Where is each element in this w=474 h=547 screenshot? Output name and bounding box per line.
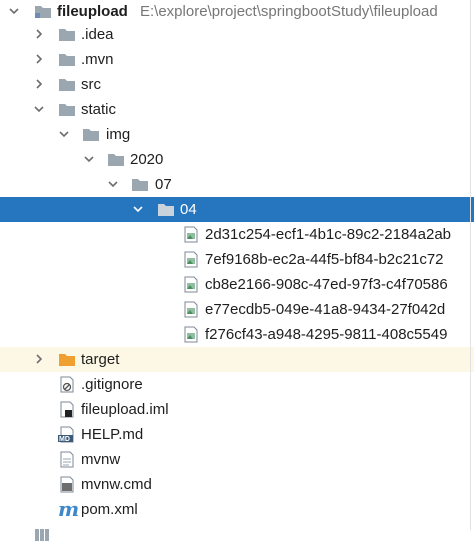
file-label: .gitignore (81, 376, 143, 393)
excluded-folder-icon (58, 351, 76, 368)
module-file-icon (58, 401, 76, 418)
chevron-right-icon[interactable] (33, 53, 45, 65)
markdown-badge: MD (59, 436, 70, 443)
folder-label: img (106, 126, 131, 143)
tree-row-src[interactable]: src (0, 72, 474, 97)
image-file-icon (182, 301, 200, 318)
file-label: pom.xml (81, 501, 138, 518)
scrollbar-track[interactable] (470, 0, 471, 530)
tree-row-gitignore[interactable]: .gitignore (0, 372, 474, 397)
image-file-icon (182, 326, 200, 343)
tree-row-partial (0, 522, 474, 547)
file-label: cb8e2166-908c-47ed-97f3-c4f70586 (205, 276, 448, 293)
project-tree[interactable]: fileupload E:\explore\project\springboot… (0, 0, 474, 541)
tree-row-image-file[interactable]: 2d31c254-ecf1-4b1c-89c2-2184a2ab (0, 222, 474, 247)
text-file-icon (58, 451, 76, 468)
tree-row-mvnw-cmd[interactable]: mvnw.cmd (0, 472, 474, 497)
chevron-right-icon[interactable] (33, 28, 45, 40)
ignore-file-icon (58, 376, 76, 393)
folder-label: target (81, 351, 120, 368)
folder-icon (107, 151, 125, 168)
folder-label: 04 (180, 201, 197, 218)
image-file-icon (182, 251, 200, 268)
tree-row-04-selected[interactable]: 04 (0, 197, 474, 222)
folder-label: 07 (155, 176, 172, 193)
project-path: E:\explore\project\springbootStudy\fileu… (140, 3, 438, 20)
folder-icon (58, 76, 76, 93)
tree-row-mvn[interactable]: .mvn (0, 47, 474, 72)
chevron-down-icon[interactable] (58, 128, 70, 140)
tree-row-help-md[interactable]: MD HELP.md (0, 422, 474, 447)
tree-row-mvnw[interactable]: mvnw (0, 447, 474, 472)
external-libraries-icon (33, 526, 51, 543)
folder-label: .idea (81, 26, 114, 43)
file-label: e77ecdb5-049e-41a8-9434-27f042d (205, 301, 446, 318)
tree-row-iml[interactable]: fileupload.iml (0, 397, 474, 422)
file-label: 7ef9168b-ec2a-44f5-bf84-b2c21c72 (205, 251, 444, 268)
folder-icon (157, 201, 175, 218)
tree-row-image-file[interactable]: f276cf43-a948-4295-9811-408c5549 (0, 322, 474, 347)
folder-label: 2020 (130, 151, 164, 168)
file-label: 2d31c254-ecf1-4b1c-89c2-2184a2ab (205, 226, 452, 243)
tree-row-idea[interactable]: .idea (0, 22, 474, 47)
tree-row-2020[interactable]: 2020 (0, 147, 474, 172)
tree-row-image-file[interactable]: 7ef9168b-ec2a-44f5-bf84-b2c21c72 (0, 247, 474, 272)
chevron-down-icon[interactable] (107, 178, 119, 190)
tree-row-project-root[interactable]: fileupload E:\explore\project\springboot… (0, 0, 474, 24)
folder-icon (82, 126, 100, 143)
tree-row-static[interactable]: static (0, 97, 474, 122)
tree-row-img[interactable]: img (0, 122, 474, 147)
file-label: mvnw.cmd (81, 476, 152, 493)
folder-label: .mvn (81, 51, 114, 68)
folder-icon (58, 101, 76, 118)
folder-icon (58, 26, 76, 43)
image-file-icon (182, 226, 200, 243)
tree-row-image-file[interactable]: e77ecdb5-049e-41a8-9434-27f042d (0, 297, 474, 322)
maven-badge: m (58, 497, 80, 521)
tree-row-07[interactable]: 07 (0, 172, 474, 197)
tree-row-pom[interactable]: m pom.xml (0, 497, 474, 522)
file-label: mvnw (81, 451, 121, 468)
chevron-down-icon[interactable] (8, 5, 20, 17)
chevron-down-icon[interactable] (132, 203, 144, 215)
chevron-down-icon[interactable] (33, 103, 45, 115)
tree-row-target[interactable]: target (0, 347, 474, 372)
file-label: fileupload.iml (81, 401, 169, 418)
script-file-icon (58, 476, 76, 493)
chevron-right-icon[interactable] (33, 78, 45, 90)
folder-icon (131, 176, 149, 193)
chevron-down-icon[interactable] (83, 153, 95, 165)
tree-row-image-file[interactable]: cb8e2166-908c-47ed-97f3-c4f70586 (0, 272, 474, 297)
project-folder-icon (34, 3, 52, 20)
folder-label: src (81, 76, 101, 93)
chevron-right-icon[interactable] (33, 353, 45, 365)
image-file-icon (182, 276, 200, 293)
folder-label: static (81, 101, 117, 118)
file-label: f276cf43-a948-4295-9811-408c5549 (205, 326, 448, 343)
project-name: fileupload (57, 3, 128, 20)
file-label: HELP.md (81, 426, 144, 443)
folder-icon (58, 51, 76, 68)
